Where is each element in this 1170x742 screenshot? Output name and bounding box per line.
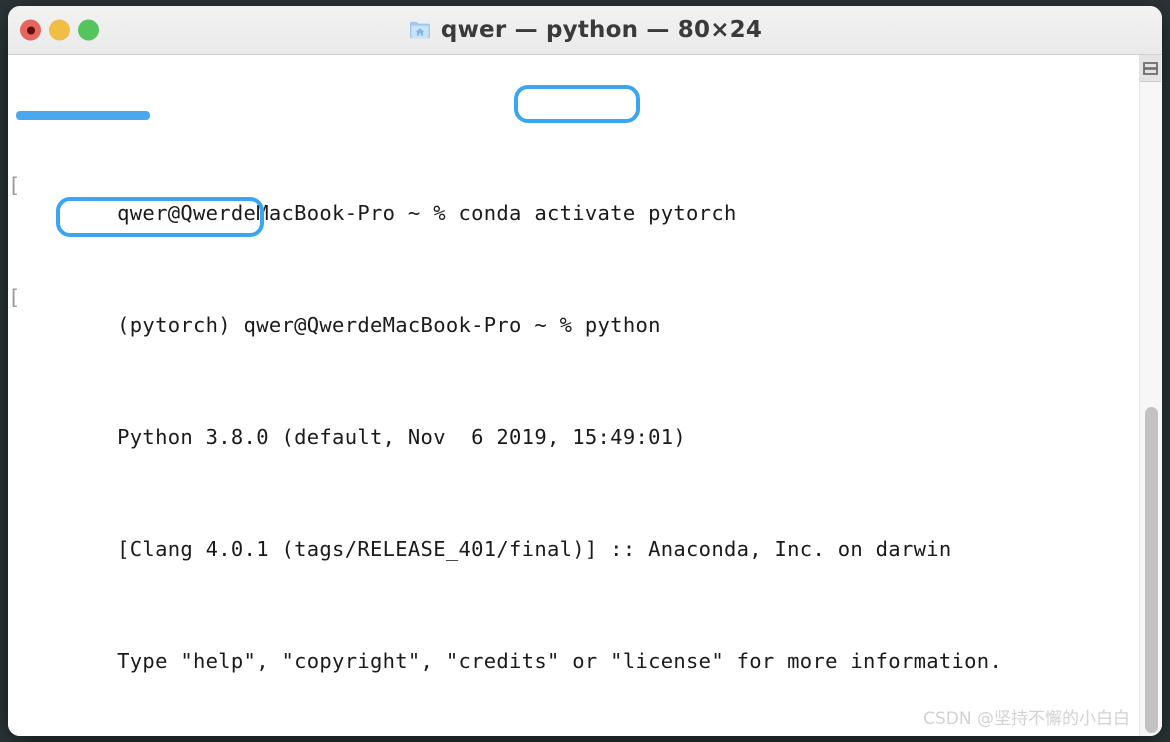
terminal-line: [ (pytorch) qwer@QwerdeMacBook-Pro ~ % p… bbox=[8, 255, 1154, 365]
window-titlebar[interactable]: qwer — python — 80×24 bbox=[8, 6, 1162, 55]
terminal-line-text: Python 3.8.0 (default, Nov 6 2019, 15:49… bbox=[117, 425, 687, 449]
prompt-mark-left: [ bbox=[8, 731, 21, 736]
terminal-line: Python 3.8.0 (default, Nov 6 2019, 15:49… bbox=[16, 367, 1132, 449]
split-pane-button[interactable] bbox=[1140, 55, 1161, 82]
maximize-button[interactable] bbox=[78, 19, 99, 41]
terminal-line-text: qwer@QwerdeMacBook-Pro ~ % conda activat… bbox=[117, 201, 737, 225]
minimize-button[interactable] bbox=[49, 19, 70, 41]
terminal-window: qwer — python — 80×24 [ qwer@QwerdeMacBo… bbox=[8, 6, 1162, 736]
terminal-line: [ qwer@QwerdeMacBook-Pro ~ % conda activ… bbox=[8, 143, 1154, 253]
terminal-output: [ qwer@QwerdeMacBook-Pro ~ % conda activ… bbox=[8, 59, 1154, 736]
window-title-group: qwer — python — 80×24 bbox=[8, 6, 1162, 54]
scrollbar-thumb[interactable] bbox=[1145, 407, 1158, 733]
home-folder-icon bbox=[409, 21, 430, 39]
terminal-line: [Clang 4.0.1 (tags/RELEASE_401/final)] :… bbox=[16, 479, 1132, 561]
terminal-line: Type "help", "copyright", "credits" or "… bbox=[16, 591, 1132, 673]
terminal-line-text: Type "help", "copyright", "credits" or "… bbox=[117, 649, 1003, 673]
vertical-scrollbar[interactable] bbox=[1139, 55, 1162, 736]
prompt-mark-left: [ bbox=[8, 173, 21, 197]
close-button[interactable] bbox=[20, 19, 41, 41]
close-icon bbox=[26, 26, 35, 34]
terminal-line: [ >>> import torch ] bbox=[8, 703, 1132, 736]
window-title: qwer — python — 80×24 bbox=[440, 17, 763, 43]
traffic-light-group bbox=[20, 19, 99, 41]
terminal-line-text: (pytorch) qwer@QwerdeMacBook-Pro ~ % pyt… bbox=[117, 313, 661, 337]
terminal-line-text: [Clang 4.0.1 (tags/RELEASE_401/final)] :… bbox=[117, 537, 952, 561]
terminal-body[interactable]: [ qwer@QwerdeMacBook-Pro ~ % conda activ… bbox=[8, 55, 1162, 736]
split-pane-icon bbox=[1143, 61, 1158, 75]
prompt-mark-left: [ bbox=[8, 285, 21, 309]
